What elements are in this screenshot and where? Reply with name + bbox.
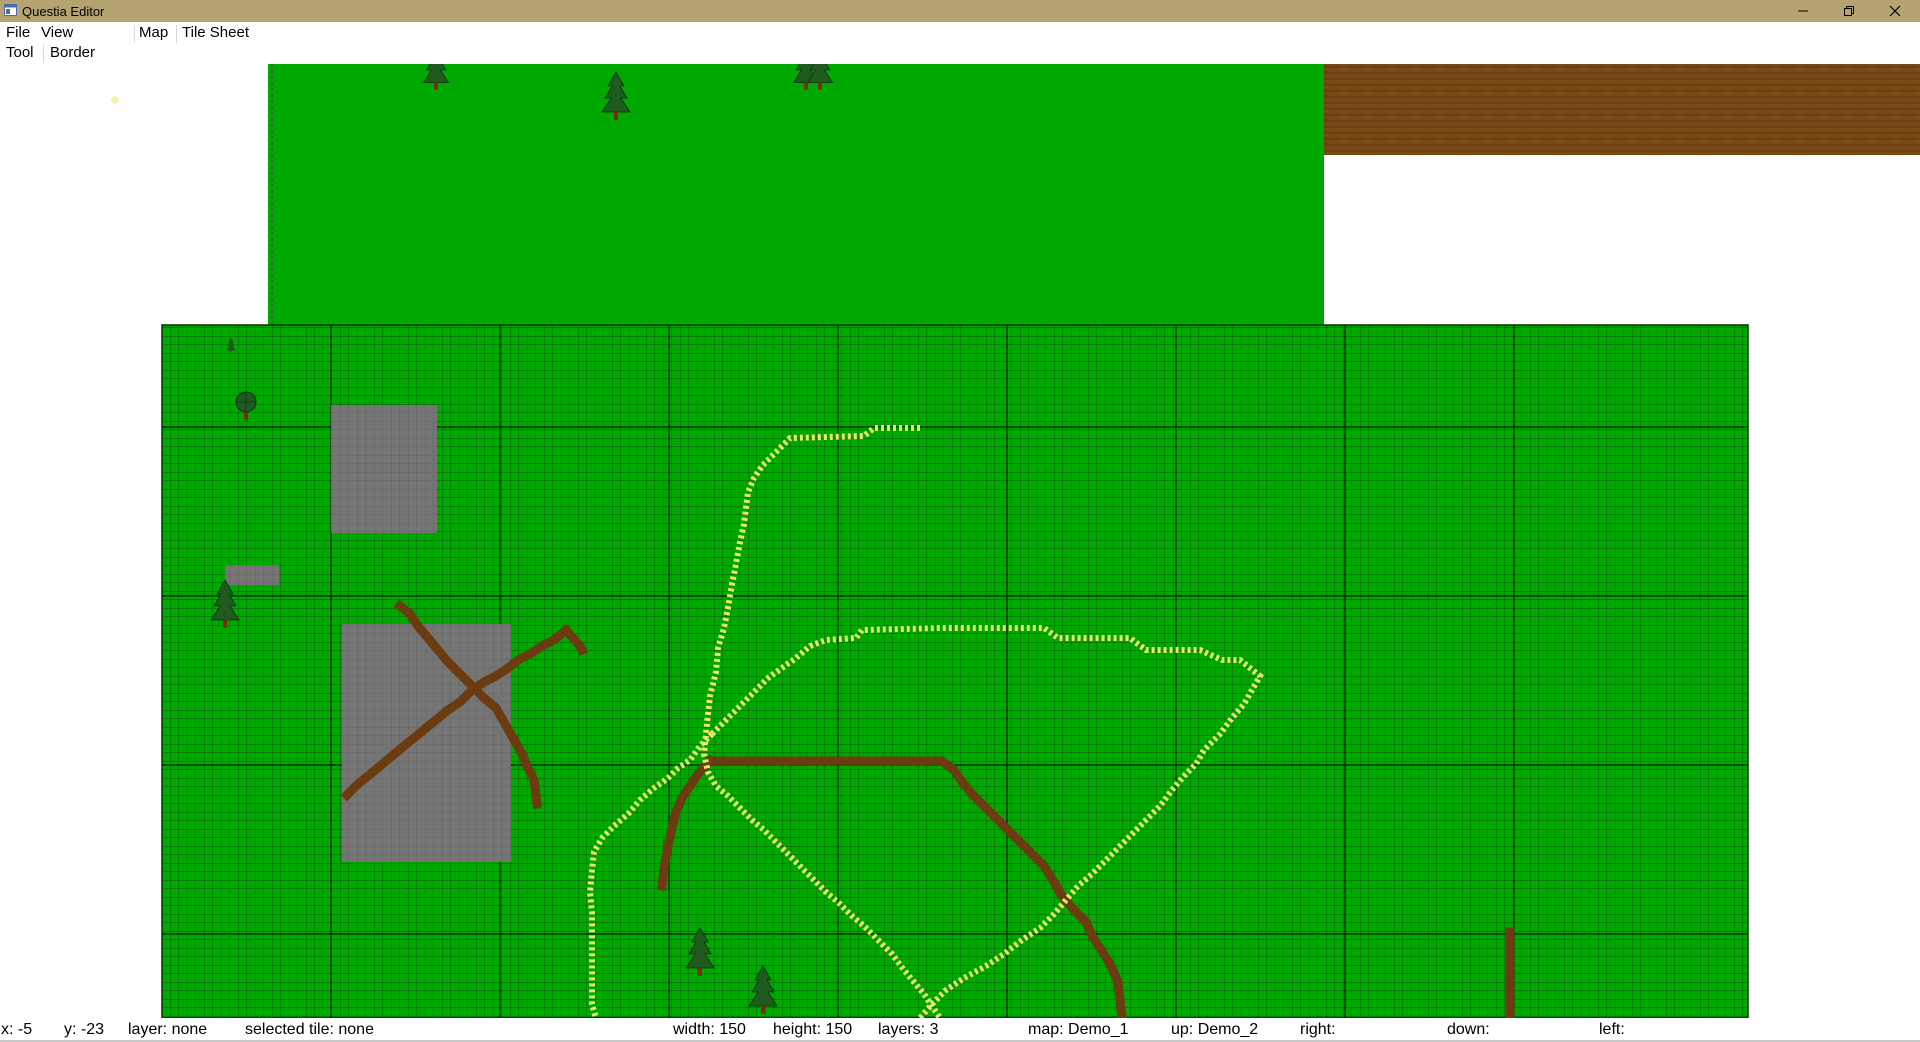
status-down: down: (1447, 1021, 1490, 1038)
status-map: map: Demo_1 (1028, 1021, 1129, 1038)
status-left: left: (1599, 1021, 1625, 1038)
status-right: right: (1300, 1021, 1336, 1038)
menu-tile-sheet[interactable]: Tile Sheet (182, 24, 249, 41)
menu-bar: File View Map Tile Sheet Tool Border (0, 22, 1920, 64)
menu-tool[interactable]: Tool (6, 44, 34, 61)
minimize-button[interactable] (1780, 0, 1826, 22)
stone-area (342, 624, 511, 862)
status-bar: x: -5 y: -23 layer: none selected tile: … (0, 1018, 1920, 1042)
map-canvas[interactable] (0, 64, 1920, 1018)
stone-area (225, 565, 279, 585)
menu-file[interactable]: File (6, 24, 30, 41)
app-window-icon (4, 4, 17, 16)
menu-separator (43, 45, 44, 63)
status-selected-tile: selected tile: none (245, 1021, 374, 1038)
menu-view[interactable]: View (41, 24, 73, 41)
menu-separator (176, 25, 177, 43)
window-title: Questia Editor (22, 4, 105, 19)
status-width: width: 150 (673, 1021, 746, 1038)
status-y: y: -23 (64, 1021, 105, 1038)
stone-area (331, 405, 437, 533)
upper-map-grass (268, 64, 1324, 325)
cursor-sparkle (111, 96, 119, 104)
status-up: up: Demo_2 (1171, 1021, 1259, 1038)
menu-map[interactable]: Map (139, 24, 168, 41)
menu-border[interactable]: Border (50, 44, 95, 61)
close-button[interactable] (1872, 0, 1918, 22)
menu-separator (134, 25, 135, 43)
upper-map-wood-floor (1324, 64, 1920, 155)
status-x: x: -5 (1, 1021, 33, 1038)
maximize-button[interactable] (1826, 0, 1872, 22)
restore-icon (1844, 6, 1854, 16)
status-height: height: 150 (773, 1021, 853, 1038)
title-bar: Questia Editor (0, 0, 1920, 22)
close-icon (1889, 5, 1901, 17)
minimize-icon (1798, 10, 1808, 12)
status-layers: layers: 3 (878, 1021, 939, 1038)
status-layer: layer: none (128, 1021, 208, 1038)
